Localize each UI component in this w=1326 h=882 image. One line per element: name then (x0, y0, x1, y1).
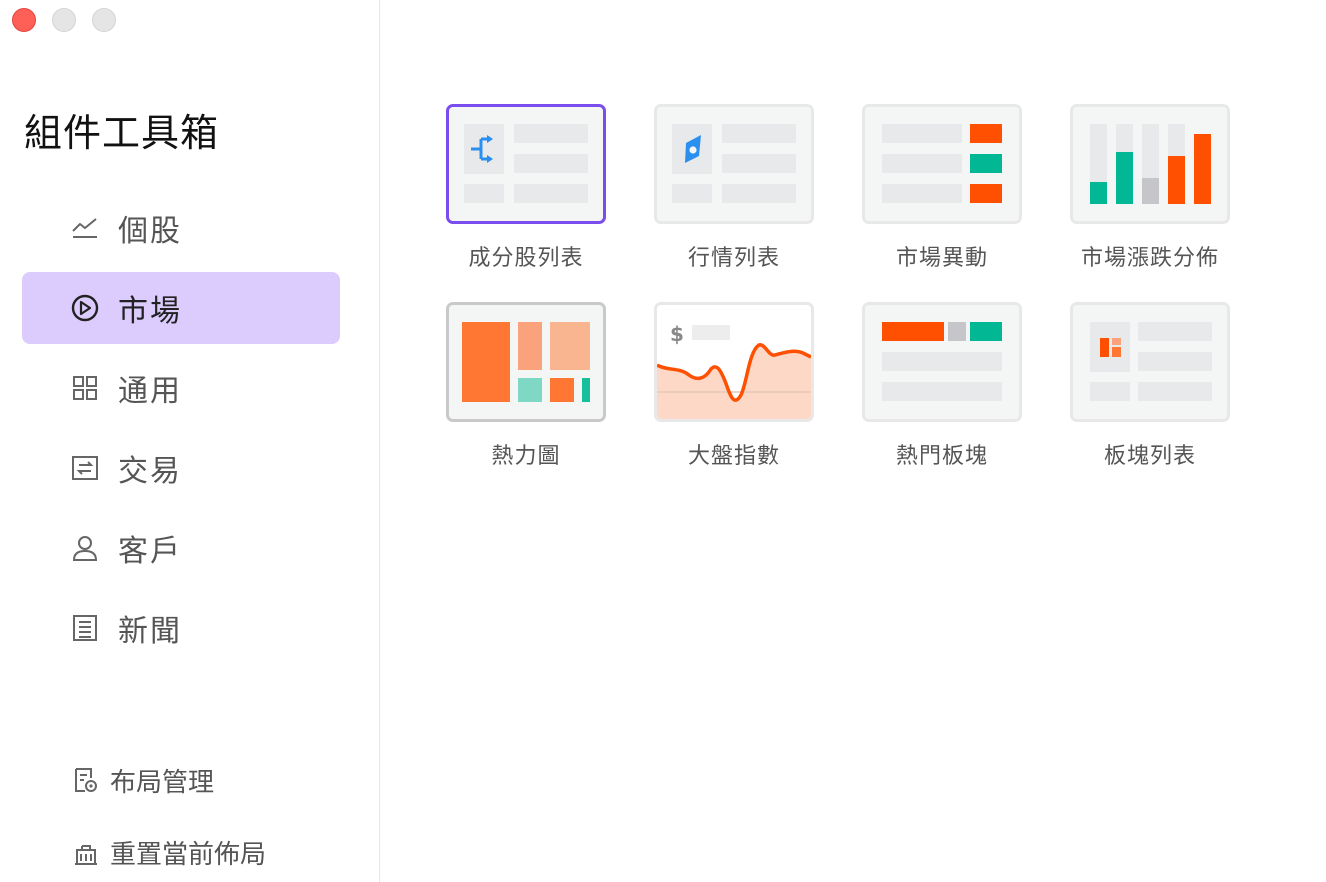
widget-grid: 成分股列表 行情列表 市場異動 市場漲跌分佈 熱力圖 $ 大盤指數 熱門板塊 板… (446, 104, 1230, 470)
reset-layout-link[interactable]: 重置當前佈局 (72, 824, 266, 880)
reset-layout-label: 重置當前佈局 (110, 839, 267, 870)
widget-thumbnail (1070, 302, 1230, 422)
widget-thumbnail (446, 104, 606, 224)
layout-management-label: 布局管理 (110, 767, 215, 798)
nav-item-news[interactable]: 新聞 (22, 592, 340, 664)
reset-layout-icon (72, 838, 100, 866)
nav-item-client[interactable]: 客戶 (22, 512, 340, 584)
close-window-button[interactable] (12, 8, 36, 32)
widget-label: 市場異動 (895, 246, 988, 271)
category-nav: 個股 市場 通用 交易 客戶 新聞 (22, 192, 340, 672)
nav-item-label: 客戶 (118, 534, 182, 569)
user-icon (70, 533, 100, 563)
grid-icon (70, 373, 100, 403)
widget-thumbnail (862, 104, 1022, 224)
widget-label: 板塊列表 (1103, 444, 1196, 469)
widget-thumbnail (654, 104, 814, 224)
widget-label: 行情列表 (687, 246, 780, 271)
bottom-links: 布局管理 重置當前佈局 (72, 752, 266, 882)
widget-thumbnail (1070, 104, 1230, 224)
nav-item-trade[interactable]: 交易 (22, 432, 340, 504)
layout-management-link[interactable]: 布局管理 (72, 752, 266, 808)
compass-icon (70, 293, 100, 323)
widget-sector-list[interactable]: 板塊列表 (1070, 302, 1230, 470)
widget-label: 市場漲跌分佈 (1080, 246, 1219, 271)
widget-label: 熱力圖 (491, 444, 561, 469)
sidebar: 組件工具箱 個股 市場 通用 交易 客戶 新聞 布局管理 重置當前佈局 (0, 0, 380, 882)
exchange-icon (70, 453, 100, 483)
nav-item-stock[interactable]: 個股 (22, 192, 340, 264)
widget-heatmap[interactable]: 熱力圖 (446, 302, 606, 470)
widget-label: 成分股列表 (468, 246, 584, 271)
widget-thumbnail: $ (654, 302, 814, 422)
nav-item-label: 新聞 (118, 614, 182, 649)
widget-market-index[interactable]: $ 大盤指數 (654, 302, 814, 470)
line-chart-icon (70, 213, 100, 243)
widget-hot-sectors[interactable]: 熱門板塊 (862, 302, 1022, 470)
nav-item-label: 交易 (118, 454, 182, 489)
widget-label: 熱門板塊 (895, 444, 988, 469)
widget-market-movers[interactable]: 市場異動 (862, 104, 1022, 272)
widget-label: 大盤指數 (687, 444, 780, 469)
widget-thumbnail (446, 302, 606, 422)
widget-market-distribution[interactable]: 市場漲跌分佈 (1070, 104, 1230, 272)
minimize-window-button[interactable] (52, 8, 76, 32)
nav-item-label: 市場 (118, 294, 182, 329)
dollar-sign: $ (670, 322, 684, 346)
nav-item-general[interactable]: 通用 (22, 352, 340, 424)
layout-settings-icon (72, 766, 100, 794)
nav-item-label: 個股 (118, 214, 182, 249)
nav-item-label: 通用 (118, 374, 182, 409)
widget-quote-list[interactable]: 行情列表 (654, 104, 814, 272)
window-controls (12, 8, 116, 32)
widget-constituents-list[interactable]: 成分股列表 (446, 104, 606, 272)
nav-item-market[interactable]: 市場 (22, 272, 340, 344)
maximize-window-button[interactable] (92, 8, 116, 32)
app-title: 組件工具箱 (24, 111, 220, 155)
widget-thumbnail (862, 302, 1022, 422)
news-icon (70, 613, 100, 643)
